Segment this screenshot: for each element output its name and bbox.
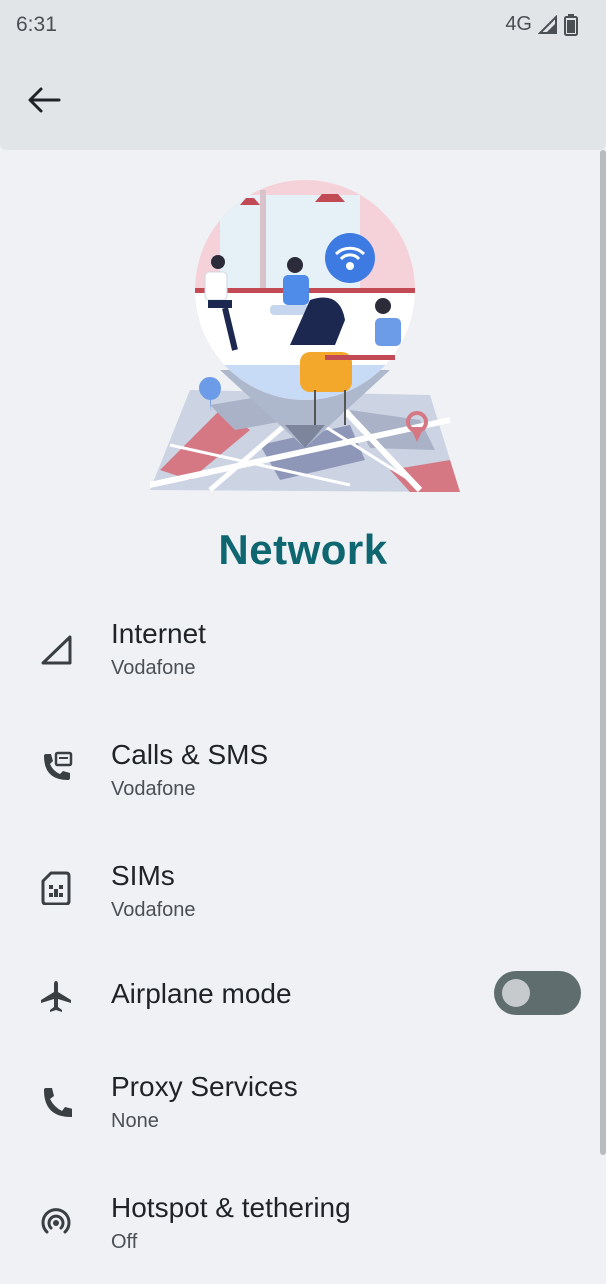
calls-sms-icon — [36, 747, 76, 787]
status-bar: 6:31 4G — [0, 0, 606, 50]
sims-title: SIMs — [111, 860, 175, 891]
internet-subtitle: Vodafone — [111, 657, 196, 679]
sims-subtitle: Vodafone — [111, 899, 196, 921]
hotspot-tethering-subtitle: Off — [111, 1231, 138, 1253]
page-title: Network — [218, 526, 388, 573]
hotspot-icon — [36, 1202, 76, 1242]
calls-sms-title: Calls & SMS — [111, 739, 269, 770]
internet-title: Internet — [111, 618, 206, 649]
proxy-services-subtitle: None — [111, 1110, 159, 1132]
network-illustration — [150, 180, 460, 493]
back-button[interactable] — [16, 72, 72, 128]
app-bar — [0, 50, 606, 150]
airplane-mode-title: Airplane mode — [111, 978, 292, 1009]
list-item-calls-sms[interactable]: Calls & SMS Vodafone — [0, 721, 606, 831]
airplane-mode-toggle[interactable] — [494, 971, 581, 1015]
list-item-internet[interactable]: Internet Vodafone — [0, 600, 606, 710]
network-type: 4G — [505, 13, 532, 35]
sim-card-icon — [36, 868, 76, 908]
signal-strength-icon — [538, 14, 557, 34]
toggle-knob — [502, 979, 530, 1007]
signal-icon — [36, 630, 76, 670]
airplane-icon — [36, 976, 76, 1016]
list-item-hotspot-tethering[interactable]: Hotspot & tethering Off — [0, 1174, 606, 1284]
calls-sms-subtitle: Vodafone — [111, 778, 196, 800]
status-time: 6:31 — [16, 13, 57, 36]
battery-icon — [564, 13, 578, 36]
list-item-proxy-services[interactable]: Proxy Services None — [0, 1053, 606, 1163]
hotspot-tethering-title: Hotspot & tethering — [111, 1192, 351, 1223]
status-indicators: 4G — [505, 13, 578, 36]
proxy-services-title: Proxy Services — [111, 1071, 298, 1102]
phone-icon — [36, 1081, 76, 1121]
list-item-sims[interactable]: SIMs Vodafone — [0, 842, 606, 952]
arrow-back-icon — [28, 87, 61, 113]
